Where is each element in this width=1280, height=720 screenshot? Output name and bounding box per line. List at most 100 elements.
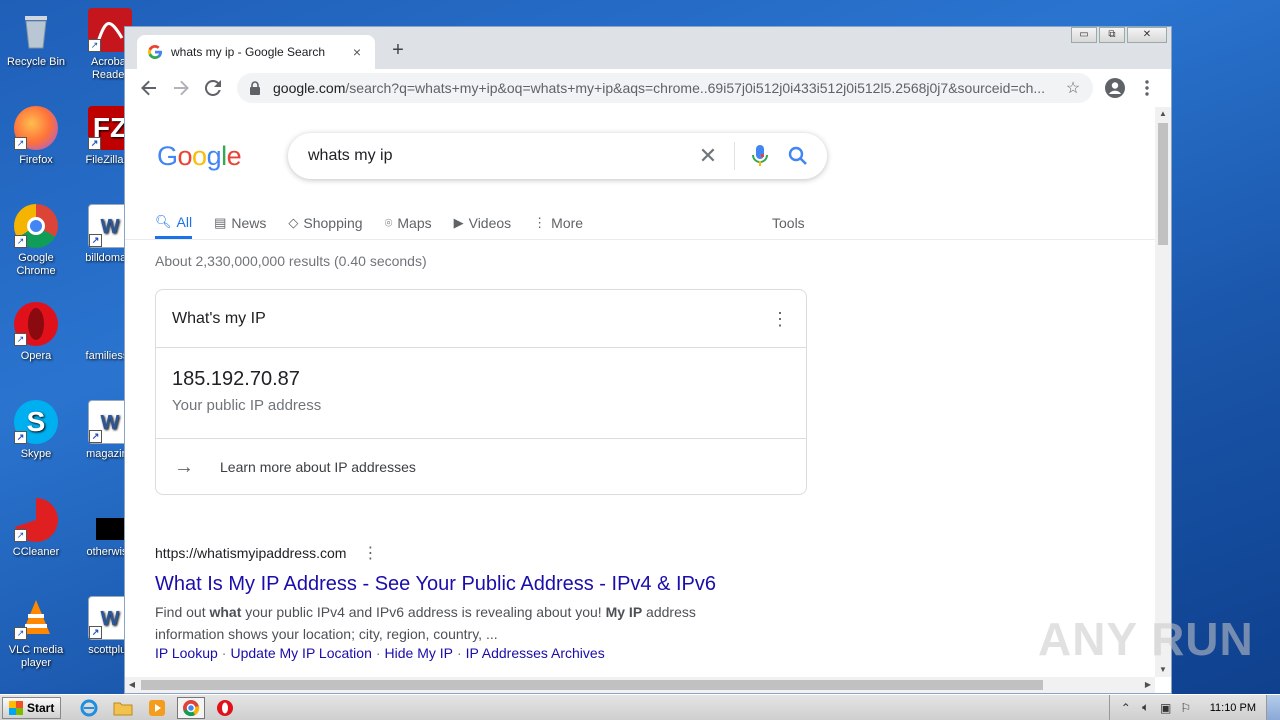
clock[interactable]: 11:10 PM	[1196, 702, 1266, 714]
result-sitelinks: IP Lookup · Update My IP Location · Hide My …	[155, 645, 755, 661]
search-button[interactable]	[779, 146, 817, 166]
search-input[interactable]: whats my ip	[308, 147, 688, 165]
tab-label: More	[551, 215, 584, 231]
close-button[interactable]: ✕	[1127, 27, 1167, 43]
microphone-icon	[752, 145, 768, 166]
arrow-right-icon	[174, 80, 189, 96]
volume-icon[interactable]: 🔈︎	[1136, 700, 1156, 715]
clear-icon[interactable]: ✕	[688, 143, 728, 169]
search-divider	[734, 142, 735, 170]
google-favicon-icon	[147, 45, 162, 59]
reload-button[interactable]	[197, 72, 229, 104]
desktop-icon-label: VLC media player	[8, 644, 64, 669]
tab-news[interactable]: ▤ News	[214, 207, 266, 239]
arrow-left-icon	[141, 80, 156, 96]
address-bar[interactable]: google.com/search?q=whats+my+ip&oq=whats…	[237, 73, 1093, 103]
browser-toolbar: google.com/search?q=whats+my+ip&oq=whats…	[125, 69, 1171, 107]
toolbar-right	[1099, 73, 1163, 103]
recycle-bin-icon	[14, 8, 58, 52]
chrome-icon: ↗	[14, 204, 58, 248]
scroll-left-icon[interactable]: ◀	[125, 677, 139, 693]
sitelink-separator: ·	[375, 645, 381, 661]
tools-button[interactable]: Tools	[772, 207, 805, 239]
tab-more[interactable]: ⋮ More	[533, 207, 583, 239]
start-button[interactable]: Start	[2, 696, 62, 719]
browser-tab[interactable]: whats my ip - Google Search ×	[137, 35, 375, 69]
show-desktop-button[interactable]	[1266, 695, 1280, 720]
result-title-link[interactable]: What Is My IP Address - See Your Public …	[155, 573, 755, 596]
page-content: Google whats my ip ✕ 🔍︎ All ▤ News ◇ Shoppi…	[125, 107, 1155, 677]
bookmark-star-icon[interactable]: ☆	[1063, 78, 1083, 98]
media-player-icon[interactable]	[143, 697, 171, 719]
tab-close-icon[interactable]: ×	[349, 44, 365, 60]
windows-logo-icon	[9, 700, 23, 715]
chevron-up-icon[interactable]: ⌃	[1116, 701, 1136, 715]
opera-icon: ↗	[14, 302, 58, 346]
tag-icon: ◇	[288, 215, 299, 230]
scroll-thumb[interactable]	[1158, 123, 1168, 245]
forward-button[interactable]	[165, 72, 197, 104]
result-snippet: Find out what your public IPv4 and IPv6 …	[155, 601, 755, 645]
tab-shopping[interactable]: ◇ Shopping	[288, 207, 362, 239]
tab-label: Maps	[397, 215, 432, 231]
vertical-scrollbar[interactable]: ▲ ▼	[1155, 107, 1171, 677]
restore-button[interactable]: ⧉	[1099, 27, 1125, 43]
desktop-icon-skype[interactable]: S ↗ Skype	[4, 400, 68, 461]
card-menu-icon[interactable]: ⋮	[770, 310, 790, 328]
google-logo[interactable]: Google	[157, 141, 242, 172]
tab-maps[interactable]: ⌾ Maps	[385, 207, 432, 239]
desktop-icon-firefox[interactable]: ↗ Firefox	[4, 106, 68, 167]
snippet-bold: My IP	[605, 604, 643, 620]
horizontal-scrollbar[interactable]: ◀ ▶	[125, 677, 1155, 693]
folder-icon[interactable]	[109, 697, 137, 719]
ip-subtitle: Your public IP address	[172, 397, 322, 414]
lock-icon	[250, 81, 260, 95]
opera-icon[interactable]	[211, 697, 239, 719]
tab-label: Videos	[468, 215, 512, 231]
desktop-icon-recycle-bin[interactable]: Recycle Bin	[4, 8, 68, 69]
network-icon[interactable]: ▣	[1156, 701, 1176, 715]
learn-more-label: Learn more about IP addresses	[220, 459, 416, 475]
scroll-right-icon[interactable]: ▶	[1141, 677, 1155, 693]
watermark: ANY RUN	[1038, 613, 1254, 665]
tab-videos[interactable]: ▶︎ Videos	[454, 207, 512, 239]
menu-button[interactable]	[1131, 73, 1163, 103]
desktop-icon-opera[interactable]: ↗ Opera	[4, 302, 68, 363]
reload-icon	[205, 80, 221, 96]
sitelink[interactable]: IP Lookup	[155, 645, 218, 661]
result-url[interactable]: https://whatismyipaddress.com	[155, 545, 346, 561]
desktop-icon-chrome[interactable]: ↗ Google Chrome	[4, 204, 68, 278]
more-vertical-icon	[1145, 80, 1149, 96]
desktop-icon-label: Recycle Bin	[6, 56, 66, 68]
search-box[interactable]: whats my ip ✕	[288, 133, 827, 179]
sitelink-separator: ·	[457, 645, 462, 661]
internet-explorer-icon[interactable]	[75, 697, 103, 719]
minimize-button[interactable]: ▭	[1071, 27, 1097, 43]
desktop-icon-vlc[interactable]: ↗ VLC media player	[4, 596, 68, 670]
more-vertical-icon: ⋮	[533, 215, 547, 230]
card-header: What's my IP ⋮	[156, 290, 806, 348]
new-tab-button[interactable]: +	[387, 39, 409, 62]
map-pin-icon: ⌾	[384, 215, 393, 230]
system-tray: ⌃ 🔈︎ ▣ ⚐ 11:10 PM	[1108, 695, 1280, 720]
back-button[interactable]	[133, 72, 165, 104]
url-host: google.com	[273, 80, 346, 96]
tab-all[interactable]: 🔍︎ All	[155, 207, 193, 239]
sitelink-separator: ·	[221, 645, 227, 661]
desktop-icon-ccleaner[interactable]: ↗ CCleaner	[4, 498, 68, 559]
scroll-thumb[interactable]	[141, 680, 1043, 690]
chrome-icon[interactable]	[177, 696, 206, 719]
tab-label: News	[231, 215, 267, 231]
scroll-up-icon[interactable]: ▲	[1155, 107, 1171, 121]
sitelink[interactable]: IP Addresses Archives	[466, 645, 605, 661]
profile-button[interactable]	[1099, 73, 1131, 103]
result-menu-icon[interactable]: ⋮	[362, 543, 378, 563]
firefox-icon: ↗	[14, 106, 58, 150]
desktop-icon-label: Firefox	[19, 154, 53, 166]
learn-more-link[interactable]: → Learn more about IP addresses	[156, 438, 806, 495]
sitelink[interactable]: Update My IP Location	[230, 645, 371, 661]
ip-address: 185.192.70.87	[172, 368, 300, 390]
flag-icon[interactable]: ⚐	[1176, 701, 1196, 715]
sitelink[interactable]: Hide My IP	[385, 645, 453, 661]
voice-search-button[interactable]	[741, 145, 779, 167]
